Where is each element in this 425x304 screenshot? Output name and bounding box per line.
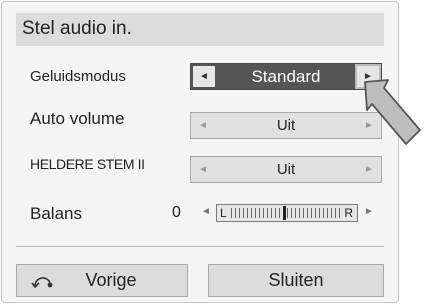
back-button[interactable]: Vorige: [16, 264, 188, 297]
setting-label-sound-mode: Geluidsmodus: [30, 68, 126, 85]
clear-voice-selector[interactable]: ◄ Uit ►: [190, 156, 382, 183]
back-button-label: Vorige: [85, 270, 137, 290]
audio-settings-dialog: Stel audio in. Geluidsmodus ◄ Standard ►…: [1, 1, 399, 303]
clear-voice-value: Uit: [276, 161, 296, 178]
auto-volume-value: Uit: [276, 117, 296, 134]
setting-label-balance: Balans: [30, 204, 82, 223]
auto-volume-selector[interactable]: ◄ Uit ►: [190, 112, 382, 139]
right-arrow-icon[interactable]: ►: [357, 157, 381, 182]
close-button-label: Sluiten: [268, 270, 324, 290]
balance-thumb[interactable]: [283, 206, 286, 220]
title-bar: Stel audio in.: [16, 13, 384, 46]
setting-label-auto-volume: Auto volume: [30, 109, 125, 128]
pointer-cursor-icon: [364, 79, 421, 145]
setting-label-clear-voice: HELDERE STEM II: [30, 156, 145, 172]
back-arrow-icon: [31, 277, 53, 289]
divider: [16, 246, 384, 247]
balance-value: 0: [172, 204, 181, 221]
sound-mode-selector[interactable]: ◄ Standard ►: [190, 63, 382, 90]
left-arrow-icon[interactable]: ◄: [191, 157, 215, 182]
left-arrow-icon[interactable]: ◄: [191, 113, 215, 138]
balance-slider[interactable]: L R: [216, 204, 358, 222]
balance-ticks: [231, 208, 343, 218]
balance-right-arrow-icon[interactable]: ►: [364, 206, 374, 217]
balance-left-arrow-icon[interactable]: ◄: [201, 206, 211, 217]
dialog-title: Stel audio in.: [22, 18, 132, 39]
balance-left-marker: L: [220, 206, 227, 220]
close-button[interactable]: Sluiten: [208, 264, 384, 297]
left-arrow-icon[interactable]: ◄: [193, 66, 215, 87]
balance-right-marker: R: [344, 206, 353, 220]
sound-mode-value: Standard: [251, 66, 321, 86]
